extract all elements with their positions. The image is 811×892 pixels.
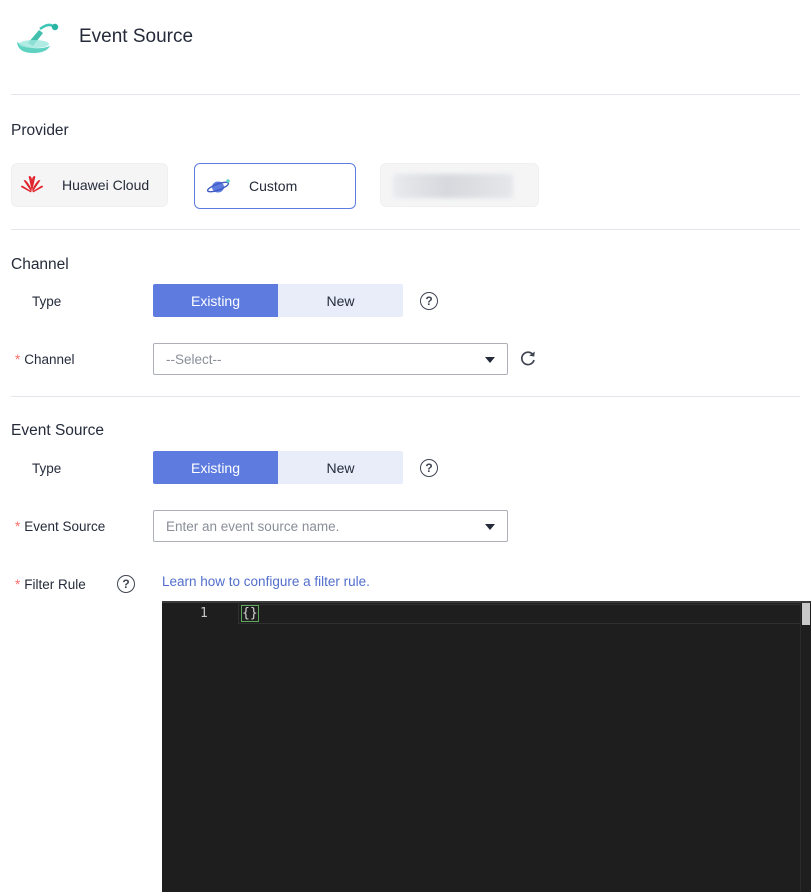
filter-rule-label: * Filter Rule bbox=[15, 577, 86, 592]
help-icon[interactable]: ? bbox=[420, 459, 438, 477]
provider-card-custom[interactable]: Custom bbox=[194, 163, 356, 209]
provider-card-huawei-cloud[interactable]: Huawei Cloud bbox=[11, 163, 168, 207]
channel-type-toggle: Existing New bbox=[153, 284, 403, 317]
event-source-select[interactable]: Enter an event source name. bbox=[153, 510, 508, 542]
provider-label-huawei-cloud: Huawei Cloud bbox=[62, 177, 150, 193]
required-asterisk-icon: * bbox=[15, 519, 21, 534]
channel-type-label: Type bbox=[32, 294, 62, 309]
event-source-type-toggle: Existing New bbox=[153, 451, 403, 484]
divider bbox=[11, 94, 800, 95]
event-source-type-new-button[interactable]: New bbox=[278, 451, 403, 484]
event-source-satellite-icon bbox=[17, 23, 59, 54]
help-icon[interactable]: ? bbox=[420, 292, 438, 310]
event-source-field-label: * Event Source bbox=[15, 519, 106, 534]
refresh-icon[interactable] bbox=[519, 349, 537, 367]
chevron-down-icon bbox=[485, 524, 495, 530]
huawei-logo-icon bbox=[21, 176, 43, 193]
event-source-select-placeholder: Enter an event source name. bbox=[166, 518, 340, 534]
divider bbox=[11, 229, 800, 230]
channel-field-label: * Channel bbox=[15, 352, 75, 367]
channel-select-placeholder: --Select-- bbox=[166, 351, 222, 367]
channel-type-new-button[interactable]: New bbox=[278, 284, 403, 317]
editor-scrollbar-thumb[interactable] bbox=[802, 603, 810, 625]
channel-section-title: Channel bbox=[11, 256, 69, 273]
event-source-type-existing-button[interactable]: Existing bbox=[153, 451, 278, 484]
channel-select[interactable]: --Select-- bbox=[153, 343, 508, 375]
current-line-highlight bbox=[238, 604, 801, 624]
planet-icon bbox=[207, 179, 230, 193]
line-number: 1 bbox=[200, 606, 208, 621]
event-source-section-title: Event Source bbox=[11, 422, 105, 439]
page-title: Event Source bbox=[79, 26, 194, 47]
provider-section-title: Provider bbox=[11, 122, 69, 139]
divider bbox=[11, 396, 800, 397]
event-source-type-label: Type bbox=[32, 461, 62, 476]
channel-type-existing-button[interactable]: Existing bbox=[153, 284, 278, 317]
provider-card-blurred[interactable] bbox=[380, 163, 539, 207]
editor-scrollbar[interactable] bbox=[800, 603, 811, 892]
help-icon[interactable]: ? bbox=[117, 575, 135, 593]
required-asterisk-icon: * bbox=[15, 577, 21, 592]
provider-label-custom: Custom bbox=[249, 178, 298, 194]
filter-rule-help-link[interactable]: Learn how to configure a filter rule. bbox=[162, 574, 370, 589]
blurred-content bbox=[393, 174, 513, 198]
chevron-down-icon bbox=[485, 357, 495, 363]
filter-rule-code-editor[interactable]: 1 {} bbox=[162, 601, 811, 892]
code-line[interactable]: {} bbox=[241, 605, 259, 622]
required-asterisk-icon: * bbox=[15, 352, 21, 367]
